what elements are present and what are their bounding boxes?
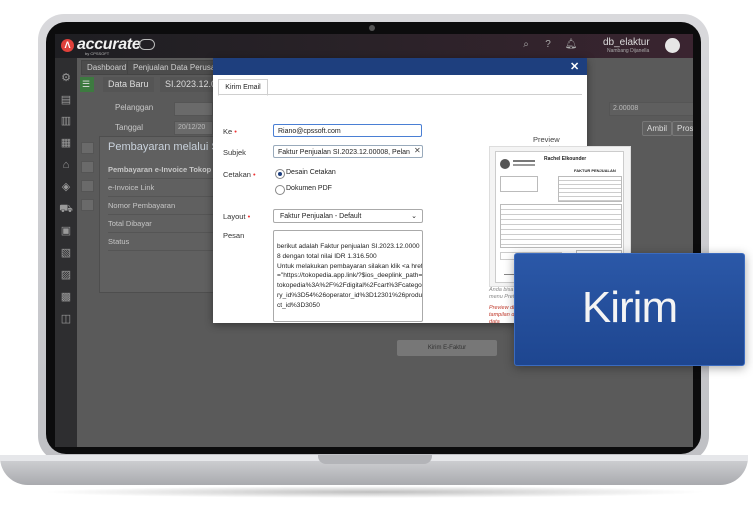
laptop-shadow [40,486,708,498]
payment-panel-title: Pembayaran melalui Sn [108,141,225,153]
laptop-notch [318,455,432,464]
modal-header: ✕ [213,58,587,75]
side-doc-icon[interactable] [81,142,94,154]
pelanggan-field[interactable] [174,102,213,116]
inventory-icon[interactable]: ▣ [59,225,73,238]
radio-dokumen-pdf[interactable] [275,185,285,195]
doc-line [513,164,535,166]
subtab-invoice[interactable]: SI.2023.12.0 [160,77,222,92]
tanggal-field[interactable]: 20/12/20 [174,121,213,135]
search-icon[interactable]: ⌕ [519,39,533,50]
close-icon[interactable]: ✕ [570,60,579,73]
pelanggan-label: Pelanggan [115,103,154,112]
subject-field[interactable]: Faktur Penjualan SI.2023.12.00008, Pelan [273,145,423,158]
ambil-button[interactable]: Ambil [642,121,673,136]
subtab-data-baru[interactable]: Data Baru [103,77,154,92]
report-icon[interactable]: ▧ [59,247,73,260]
doc-subtitle: FAKTUR PENJUALAN [574,168,616,173]
webcam [369,25,375,31]
layout-label: Layout [223,212,246,221]
doc-logo-icon [500,159,510,169]
sales-icon[interactable]: ◈ [59,181,73,194]
message-text: berikut adalah Faktur penjualan SI.2023.… [277,243,423,309]
cloud-icon [139,39,155,50]
list-icon[interactable]: ☰ [80,77,94,92]
message-textarea[interactable]: berikut adalah Faktur penjualan SI.2023.… [273,230,423,322]
book-icon[interactable]: ▦ [59,137,73,150]
tanggal-label: Tanggal [115,123,144,132]
radio-desain-cetakan-label[interactable]: Desain Cetakan [286,169,336,176]
calendar-icon[interactable]: ▨ [59,269,73,282]
doc-items-table [500,204,622,248]
doc-box [500,176,538,192]
kirim-efaktur-button[interactable]: Kirim E-Faktur [397,340,497,356]
print-label: Cetakan [223,170,251,179]
subject-label: Subjek [223,148,246,157]
logo-icon: Λ [61,39,74,52]
clear-subject-icon[interactable]: ✕ [414,146,421,155]
notification-icon[interactable]: 🔔︎ [564,39,578,50]
layout-select[interactable]: Faktur Penjualan - Default ⌄ [273,209,423,223]
bank-icon[interactable]: ⌂ [59,159,73,172]
message-label: Pesan [223,231,245,240]
radio-dokumen-pdf-label[interactable]: Dokumen PDF [286,185,332,192]
side-attach-icon[interactable] [81,180,94,192]
radio-desain-cetakan[interactable] [275,169,285,179]
to-field[interactable]: Riano@cpssoft.com [273,124,422,137]
proses-button[interactable]: Proses [672,121,693,136]
tab-divider [218,94,582,95]
chevron-down-icon: ⌄ [411,213,417,220]
to-label: Ke [223,127,233,136]
user-company: Nambang Dijanella [607,48,650,54]
doc-line [513,160,535,162]
tab-dashboard[interactable]: Dashboard [81,60,133,75]
layout-value: Faktur Penjualan - Default [280,213,362,220]
settings-icon[interactable]: ⚙ [59,72,73,85]
building-icon[interactable]: ▥ [59,115,73,128]
document-icon[interactable]: ▩ [59,291,73,304]
doc-title: Rachel Elkounder [544,156,587,162]
doc-info-table [558,176,622,202]
app-logo-sub: by CPSSOFT [85,51,110,56]
app-topbar: Λ accurate by CPSSOFT ⌕ ? 🔔︎ db_elaktur … [55,34,693,58]
app-screen: Λ accurate by CPSSOFT ⌕ ? 🔔︎ db_elaktur … [55,34,693,447]
warehouse-icon[interactable]: ▤ [59,94,73,107]
side-link-icon[interactable] [81,199,94,211]
kirim-button[interactable]: Kirim [514,253,745,366]
side-info-icon[interactable] [81,161,94,173]
chart-icon[interactable]: ◫ [59,313,73,326]
help-icon[interactable]: ? [541,39,555,50]
reference-field[interactable]: 2.00008 [609,102,693,116]
cart-icon[interactable]: ⛟ [59,203,73,216]
user-name[interactable]: db_elaktur [603,37,650,48]
avatar[interactable] [665,38,680,53]
sidebar: ⚙ ▤ ▥ ▦ ⌂ ◈ ⛟ ▣ ▧ ▨ ▩ ◫ [55,58,77,447]
